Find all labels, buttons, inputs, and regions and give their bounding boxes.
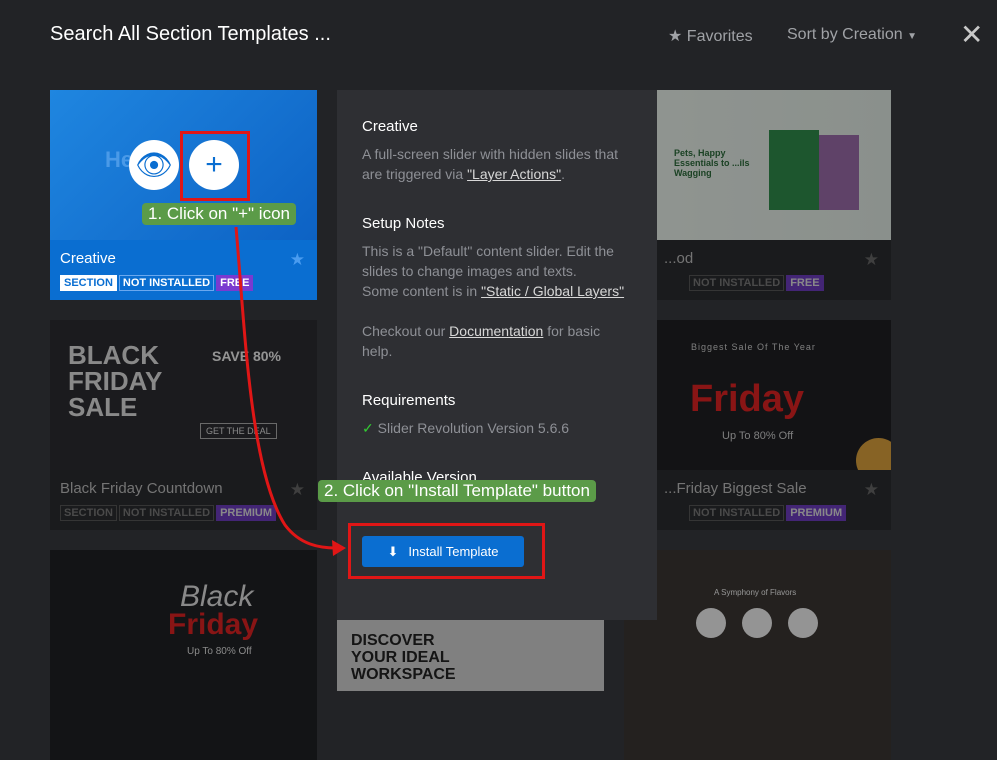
tag-status: NOT INSTALLED: [689, 275, 785, 291]
template-card[interactable]: Black Friday Up To 80% Off: [50, 550, 317, 760]
setup-notes-title: Setup Notes: [362, 215, 445, 232]
thumbnail-sub: Up To 80% Off: [722, 430, 794, 442]
setup-text-2: Some content is in "Static / Global Laye…: [362, 283, 625, 299]
annotation-step-2: 2. Click on "Install Template" button: [318, 480, 596, 502]
tag-section: SECTION: [60, 275, 117, 291]
star-icon: ★: [668, 28, 683, 45]
requirement-item: ✓ Slider Revolution Version 5.6.6: [362, 420, 570, 436]
tag-price: PREMIUM: [786, 505, 847, 521]
caret-down-icon: ▼: [907, 31, 917, 42]
favorites-button[interactable]: ★ Favorites: [668, 26, 753, 46]
thumbnail-cta: GET THE DEAL: [200, 423, 277, 439]
check-icon: ✓: [362, 420, 374, 436]
card-name: Black Friday Countdown: [60, 480, 223, 497]
panel-title: Creative: [362, 118, 418, 135]
star-icon[interactable]: ★: [864, 250, 879, 270]
tag-price: PREMIUM: [216, 505, 277, 521]
template-thumbnail: Pets, Happy Essentials to ...ils Wagging: [624, 90, 891, 240]
tag-price: FREE: [786, 275, 824, 291]
star-icon[interactable]: ★: [290, 250, 305, 270]
favorites-label: Favorites: [686, 28, 753, 45]
preview-eye-icon[interactable]: 👁: [129, 140, 179, 190]
template-thumbnail: Biggest Sale Of The Year Friday Up To 80…: [624, 320, 891, 470]
tag-status: NOT INSTALLED: [118, 505, 215, 521]
requirements-title: Requirements: [362, 392, 456, 409]
thumbnail-sub: SAVE 80%: [212, 348, 281, 364]
star-icon[interactable]: ★: [290, 480, 305, 500]
tag-status: NOT INSTALLED: [689, 505, 785, 521]
thumbnail-text: A Symphony of Flavors: [714, 588, 797, 597]
tag-section: SECTION: [60, 505, 117, 521]
thumbnail-sub: Up To 80% Off: [187, 646, 252, 657]
thumbnail-big: Friday: [168, 608, 259, 641]
static-layers-link[interactable]: "Static / Global Layers": [481, 283, 624, 299]
panel-description: A full-screen slider with hidden slides …: [362, 146, 619, 182]
close-icon[interactable]: ✕: [960, 18, 983, 51]
annotation-step-1: 1. Click on "+" icon: [142, 203, 296, 225]
tag-price: FREE: [216, 275, 254, 291]
card-name: ...od: [664, 250, 694, 267]
template-card[interactable]: A Symphony of Flavors: [624, 550, 891, 760]
sort-label: Sort by Creation: [787, 26, 903, 43]
template-card[interactable]: DISCOVER YOUR IDEAL WORKSPACE: [337, 620, 604, 691]
sort-dropdown[interactable]: Sort by Creation ▼: [787, 26, 917, 44]
card-name: Creative: [60, 250, 116, 267]
setup-text: This is a "Default" content slider. Edit…: [362, 243, 614, 279]
thumbnail-text: BLACK FRIDAY SALE: [68, 340, 162, 422]
tag-status: NOT INSTALLED: [118, 275, 215, 291]
thumbnail-text: Biggest Sale Of The Year: [691, 342, 816, 352]
annotation-highlight-plus: [180, 131, 250, 201]
documentation-link[interactable]: Documentation: [449, 323, 543, 339]
template-card-pet-food[interactable]: Pets, Happy Essentials to ...ils Wagging…: [624, 90, 891, 300]
thumbnail-text: Pets, Happy Essentials to ...ils Wagging: [674, 148, 750, 178]
layer-actions-link[interactable]: "Layer Actions": [467, 166, 561, 182]
thumbnail-text: DISCOVER YOUR IDEAL WORKSPACE: [351, 632, 456, 683]
template-card-black-friday-biggest-sale[interactable]: Biggest Sale Of The Year Friday Up To 80…: [624, 320, 891, 530]
documentation-text: Checkout our Documentation for basic hel…: [362, 323, 601, 359]
annotation-highlight-install: [348, 523, 545, 579]
page-title: Search All Section Templates ...: [50, 23, 331, 45]
template-card-black-friday-countdown[interactable]: BLACK FRIDAY SALE SAVE 80% GET THE DEAL …: [50, 320, 317, 530]
thumbnail-big: Friday: [690, 378, 805, 420]
star-icon[interactable]: ★: [864, 480, 879, 500]
card-name: ...Friday Biggest Sale: [664, 480, 807, 497]
template-thumbnail: BLACK FRIDAY SALE SAVE 80% GET THE DEAL: [50, 320, 317, 470]
